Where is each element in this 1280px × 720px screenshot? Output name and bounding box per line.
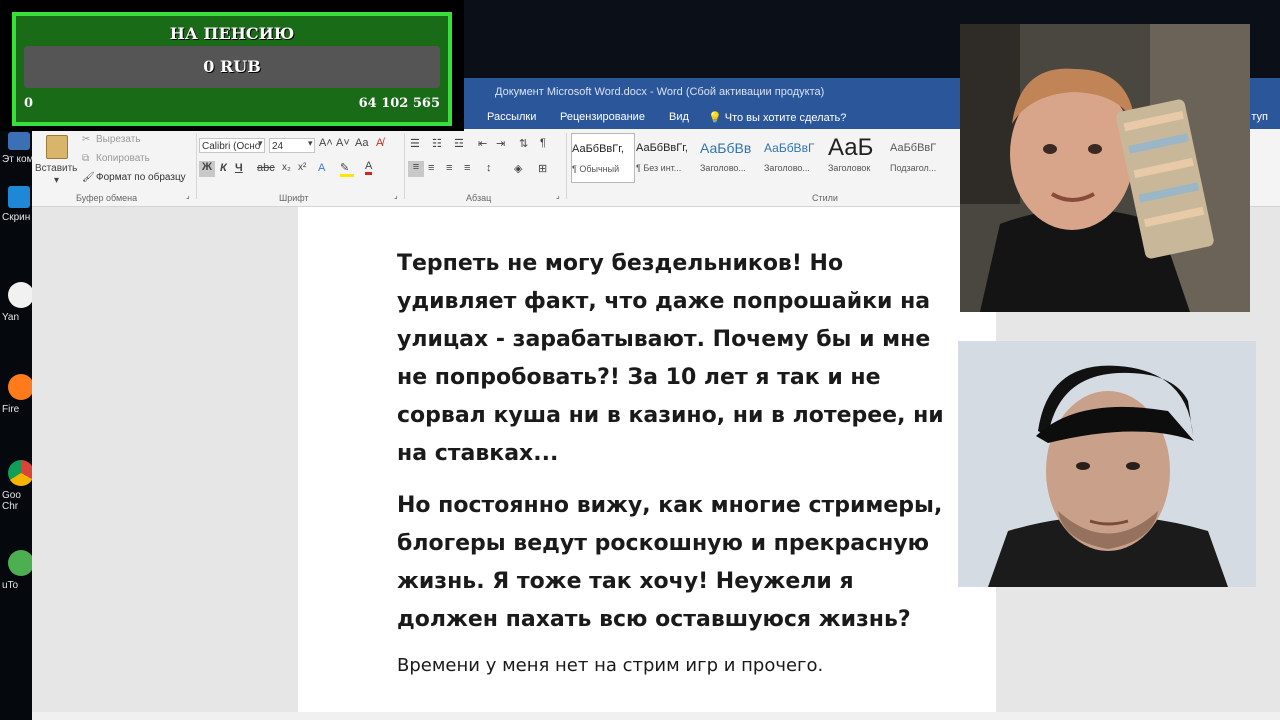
goal-min-value: 0 — [24, 96, 34, 111]
increase-indent-icon[interactable]: ⇥ — [496, 137, 505, 150]
document-body[interactable]: Терпеть не могу бездельников! Но удивляе… — [397, 245, 957, 679]
tell-me-label: Что вы хотите сделать? — [724, 112, 847, 124]
chevron-down-icon[interactable]: ▾ — [258, 138, 263, 149]
donation-goal-overlay: НА ПЕНСИЮ 0 RUB 0 64 102 565 — [0, 0, 464, 131]
style-name: Заголово... — [764, 163, 810, 173]
grow-font-icon[interactable]: A˄ — [319, 137, 333, 149]
tell-me-search[interactable]: 💡 Что вы хотите сделать? — [708, 111, 846, 124]
dialog-launcher-icon[interactable]: ⌟ — [186, 191, 190, 200]
style-name: Заголовок — [828, 163, 871, 173]
document-paragraph: Но постоянно вижу, как многие стримеры, … — [397, 493, 943, 632]
bullets-icon[interactable]: ☰ — [410, 137, 420, 150]
status-bar — [32, 712, 1280, 720]
chevron-down-icon[interactable]: ▾ — [308, 138, 313, 149]
paintbrush-icon: 🖌 — [82, 172, 95, 183]
highlight-icon[interactable]: ✎ — [340, 161, 354, 177]
align-center-icon[interactable]: ≡ — [428, 162, 434, 174]
style-preview: АаБбВвГ — [764, 141, 815, 155]
shrink-font-icon[interactable]: A˅ — [336, 137, 350, 149]
pilcrow-icon[interactable]: ¶ — [540, 137, 546, 149]
paste-button[interactable]: Вставить ▾ — [34, 135, 78, 186]
decrease-indent-icon[interactable]: ⇤ — [478, 137, 487, 150]
style-preview: АаБ — [828, 134, 874, 161]
style-name: Заголово... — [700, 163, 746, 173]
style-name: Подзагол... — [890, 163, 937, 173]
clipboard-group-label: Буфер обмена — [76, 193, 138, 203]
align-right-icon[interactable]: ≡ — [446, 162, 452, 174]
window-title: Документ Microsoft Word.docx - Word (Сбо… — [495, 86, 825, 98]
strikethrough-icon[interactable]: abc — [257, 162, 275, 174]
style-title[interactable]: АаБ Заголовок — [828, 133, 890, 181]
underline-button[interactable]: Ч — [235, 162, 243, 174]
italic-button[interactable]: К — [220, 162, 227, 174]
screenshot-app-icon — [8, 186, 30, 208]
font-name-select[interactable]: Calibri (Осно — [199, 138, 265, 153]
group-divider — [566, 133, 567, 199]
copy-icon: ⧉ — [82, 153, 90, 164]
multilevel-list-icon[interactable]: ☲ — [454, 137, 464, 150]
style-preview: АаБбВв — [700, 140, 752, 156]
group-divider — [196, 133, 197, 199]
goal-panel: НА ПЕНСИЮ 0 RUB 0 64 102 565 — [12, 12, 452, 126]
share-button[interactable]: туп — [1251, 111, 1268, 123]
tab-view[interactable]: Вид — [669, 111, 689, 123]
document-paragraph: Терпеть не могу бездельников! Но удивляе… — [397, 251, 944, 466]
chrome-icon — [8, 460, 34, 486]
clear-formatting-icon[interactable]: A̸ — [376, 137, 383, 149]
dialog-launcher-icon[interactable]: ⌟ — [394, 191, 398, 200]
format-painter-label: Формат по образцу — [96, 172, 186, 183]
tab-mailings[interactable]: Рассылки — [487, 111, 536, 123]
utorrent-icon — [8, 550, 34, 576]
dialog-launcher-icon[interactable]: ⌟ — [556, 191, 560, 200]
subscript-icon[interactable]: x₂ — [282, 162, 291, 173]
text-effects-icon[interactable]: A — [318, 162, 325, 174]
justify-icon[interactable]: ≡ — [464, 162, 470, 174]
streamer-photo-with-money — [960, 24, 1250, 312]
sort-icon[interactable]: ⇅ — [519, 137, 528, 150]
font-color-icon[interactable]: A — [365, 160, 373, 175]
change-case-icon[interactable]: Aa — [355, 137, 368, 149]
chevron-down-icon: ▾ — [54, 175, 60, 186]
man-portrait-photo — [958, 341, 1256, 587]
scissors-icon: ✂ — [82, 134, 91, 145]
style-preview: АаБбВвГг, — [636, 142, 688, 154]
style-preview: АаБбВвГ — [890, 142, 937, 154]
copy-label: Копировать — [96, 153, 150, 164]
yandex-icon — [8, 282, 34, 308]
style-heading-2[interactable]: АаБбВвГ Заголово... — [764, 133, 826, 181]
firefox-icon — [8, 374, 34, 400]
paragraph-group-label: Абзац — [466, 193, 492, 203]
style-heading-1[interactable]: АаБбВв Заголово... — [700, 133, 762, 181]
tab-review[interactable]: Рецензирование — [560, 111, 645, 123]
document-page[interactable]: Терпеть не могу бездельников! Но удивляе… — [298, 207, 996, 720]
portrait-illustration — [960, 24, 1250, 312]
goal-title: НА ПЕНСИЮ — [169, 24, 295, 43]
numbering-icon[interactable]: ☷ — [432, 137, 442, 150]
style-name: ¶ Без инт... — [636, 163, 682, 173]
lightbulb-icon: 💡 — [708, 112, 722, 124]
group-divider — [404, 133, 405, 199]
style-no-spacing[interactable]: АаБбВвГг, ¶ Без инт... — [636, 133, 698, 181]
goal-progress-bar: 0 RUB — [24, 46, 440, 88]
bold-button[interactable]: Ж — [199, 161, 215, 177]
style-subtitle[interactable]: АаБбВвГ Подзагол... — [890, 133, 952, 181]
line-spacing-icon[interactable]: ↕ — [486, 162, 492, 174]
goal-current-amount: 0 RUB — [203, 57, 261, 76]
style-preview: АаБбВвГг, — [572, 143, 624, 155]
document-paragraph: Времени у меня нет на стрим игр и прочег… — [397, 655, 824, 676]
clipboard-icon — [46, 135, 68, 159]
align-left-icon[interactable]: ≡ — [408, 161, 424, 177]
borders-icon[interactable]: ⊞ — [538, 162, 547, 175]
portrait-illustration — [958, 341, 1256, 587]
font-group-label: Шрифт — [279, 193, 309, 203]
styles-group-label: Стили — [812, 193, 838, 203]
goal-max-value: 64 102 565 — [358, 96, 440, 111]
style-normal[interactable]: АаБбВвГг, ¶ Обычный — [571, 133, 635, 183]
computer-icon — [8, 132, 30, 150]
cut-label: Вырезать — [96, 134, 141, 145]
paste-label: Вставить — [35, 163, 78, 174]
style-name: ¶ Обычный — [572, 164, 620, 174]
superscript-icon[interactable]: x² — [298, 162, 306, 173]
shading-icon[interactable]: ◈ — [514, 162, 522, 175]
